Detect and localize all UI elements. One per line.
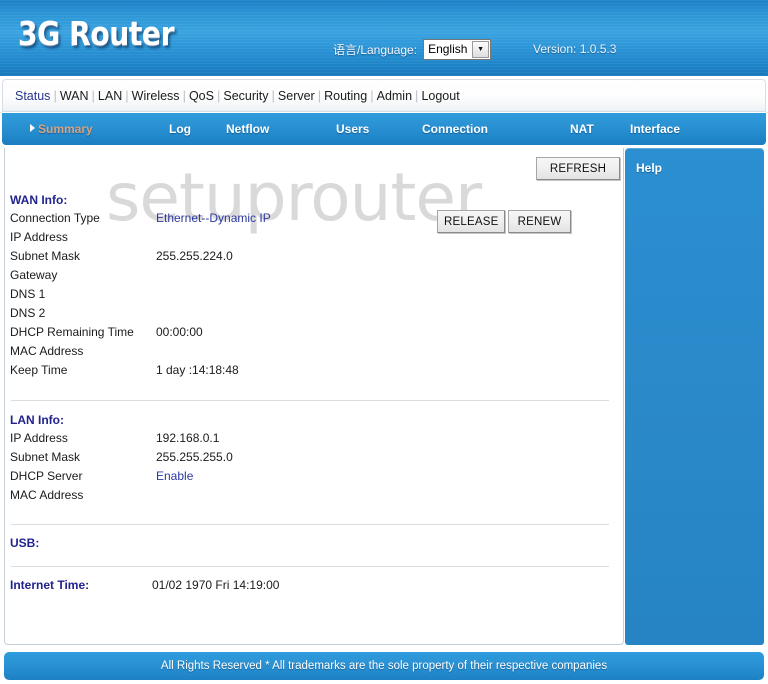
usb-info-heading: USB: xyxy=(10,536,40,550)
nav-item-qos[interactable]: QoS xyxy=(187,89,216,103)
row-value: Enable xyxy=(156,469,194,483)
row-value: Ethernet--Dynamic IP xyxy=(156,211,271,225)
section-divider xyxy=(11,400,609,401)
row-label: DNS 2 xyxy=(10,306,46,320)
lan-info-section: LAN Info: IP Address 192.168.0.1 Subnet … xyxy=(10,413,233,505)
info-row: DNS 2 xyxy=(10,304,271,323)
brand-logo: 3G Router xyxy=(18,14,175,53)
page-footer: All Rights Reserved * All trademarks are… xyxy=(4,652,764,680)
row-label: DHCP Server xyxy=(10,469,83,483)
refresh-button[interactable]: REFRESH xyxy=(536,157,620,180)
triangle-right-icon xyxy=(30,124,35,132)
renew-button[interactable]: RENEW xyxy=(508,210,571,233)
info-row: Keep Time 1 day :14:18:48 xyxy=(10,361,271,380)
nav-item-lan[interactable]: LAN xyxy=(96,89,124,103)
lan-info-heading: LAN Info: xyxy=(10,413,64,427)
subnav-item-netflow[interactable]: Netflow xyxy=(226,122,269,136)
main-navigation: Status | WAN | LAN | Wireless | QoS | Se… xyxy=(2,79,766,112)
info-row: Subnet Mask 255.255.255.0 xyxy=(10,448,233,467)
subnav-item-nat[interactable]: NAT xyxy=(570,122,594,136)
row-value: 255.255.255.0 xyxy=(156,450,233,464)
subnav-item-connection[interactable]: Connection xyxy=(422,122,488,136)
page-header: 3G Router 语言/Language: English ▼ Version… xyxy=(0,0,768,76)
subnav-item-users[interactable]: Users xyxy=(336,122,369,136)
wan-info-heading: WAN Info: xyxy=(10,193,68,207)
nav-item-server[interactable]: Server xyxy=(276,89,317,103)
language-select[interactable]: English xyxy=(423,39,492,60)
row-label: IP Address xyxy=(10,431,68,445)
info-row: DHCP Server Enable xyxy=(10,467,233,486)
wan-info-section: WAN Info: Connection Type Ethernet--Dyna… xyxy=(10,193,271,380)
nav-item-wireless[interactable]: Wireless xyxy=(130,89,182,103)
usb-info-section: USB: xyxy=(10,536,39,552)
firmware-version: Version: 1.0.5.3 xyxy=(533,42,617,56)
nav-item-security[interactable]: Security xyxy=(221,89,270,103)
info-row: IP Address 192.168.0.1 xyxy=(10,429,233,448)
info-row: Connection Type Ethernet--Dynamic IP xyxy=(10,209,271,228)
help-panel: Help xyxy=(625,148,764,645)
nav-item-routing[interactable]: Routing xyxy=(322,89,369,103)
info-row: DNS 1 xyxy=(10,285,271,304)
row-label: Subnet Mask xyxy=(10,249,81,263)
row-label: IP Address xyxy=(10,230,68,244)
section-divider xyxy=(11,524,609,525)
row-value: 1 day :14:18:48 xyxy=(156,363,239,377)
row-label: DNS 1 xyxy=(10,287,46,301)
row-label: Connection Type xyxy=(10,211,100,225)
nav-item-wan[interactable]: WAN xyxy=(58,89,91,103)
language-select-box[interactable]: English ▼ xyxy=(423,39,492,60)
help-panel-title: Help xyxy=(636,161,663,175)
subnav-item-log[interactable]: Log xyxy=(169,122,191,136)
language-label: 语言/Language: xyxy=(333,43,418,57)
section-divider xyxy=(11,566,609,567)
footer-text: All Rights Reserved * All trademarks are… xyxy=(160,660,608,672)
row-value: 255.255.224.0 xyxy=(156,249,233,263)
router-admin-page: 3G Router 语言/Language: English ▼ Version… xyxy=(0,0,768,684)
nav-item-admin[interactable]: Admin xyxy=(375,89,414,103)
info-row: Subnet Mask 255.255.224.0 xyxy=(10,247,271,266)
nav-item-status[interactable]: Status xyxy=(13,89,52,103)
internet-time-section: Internet Time: 01/02 1970 Fri 14:19:00 xyxy=(10,578,279,592)
internet-time-value: 01/02 1970 Fri 14:19:00 xyxy=(152,578,280,592)
row-value: 00:00:00 xyxy=(156,325,203,339)
language-selector-group: 语言/Language: English ▼ xyxy=(333,39,492,60)
info-row: DHCP Remaining Time 00:00:00 xyxy=(10,323,271,342)
info-row: MAC Address xyxy=(10,486,233,505)
row-label: Subnet Mask xyxy=(10,450,81,464)
nav-item-logout[interactable]: Logout xyxy=(419,89,461,103)
subnav-item-summary[interactable]: Summary xyxy=(38,122,93,136)
sub-navigation: Summary Log Netflow Users Connection NAT… xyxy=(2,113,766,145)
row-value: 192.168.0.1 xyxy=(156,431,220,445)
internet-time-row: Internet Time: 01/02 1970 Fri 14:19:00 xyxy=(10,578,279,592)
row-label: DHCP Remaining Time xyxy=(10,325,134,339)
row-label: Gateway xyxy=(10,268,58,282)
row-label: MAC Address xyxy=(10,488,84,502)
internet-time-label: Internet Time: xyxy=(10,578,90,592)
row-label: Keep Time xyxy=(10,363,68,377)
info-row: MAC Address xyxy=(10,342,271,361)
row-label: MAC Address xyxy=(10,344,84,358)
info-row: Gateway xyxy=(10,266,271,285)
subnav-item-interface[interactable]: Interface xyxy=(630,122,680,136)
release-button[interactable]: RELEASE xyxy=(437,210,505,233)
info-row: IP Address xyxy=(10,228,271,247)
